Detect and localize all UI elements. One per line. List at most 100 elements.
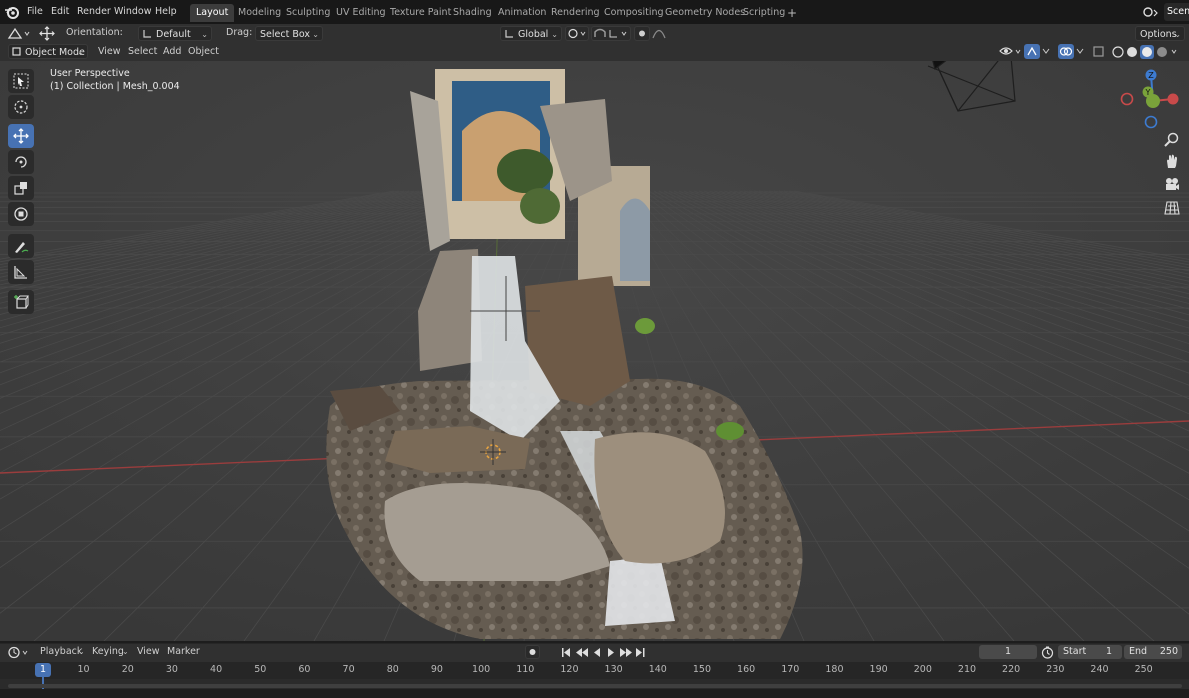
timeline-ruler[interactable]: 1 10 20 30 40 50 60 70 80 90 100 110 120 130 140 150 16… xyxy=(0,662,1189,679)
timeline-scrollbar[interactable] xyxy=(8,684,1182,688)
menu-help[interactable]: Help xyxy=(155,0,177,24)
gizmo-toggle[interactable] xyxy=(1024,44,1040,59)
start-label: Start xyxy=(1063,646,1087,657)
playback-controls[interactable] xyxy=(558,646,650,659)
timeline-tick-label: 130 xyxy=(604,664,623,675)
tool-add-cube[interactable] xyxy=(8,290,34,314)
add-workspace-button[interactable]: + xyxy=(787,4,797,22)
options-dropdown[interactable]: Options ⌄ xyxy=(1135,26,1185,41)
current-frame-field[interactable]: 1 xyxy=(979,645,1037,659)
gizmo-neg-z-axis[interactable] xyxy=(1144,115,1158,129)
snapping-dropdown[interactable] xyxy=(591,26,631,41)
gizmo-x-axis[interactable] xyxy=(1167,93,1179,105)
blender-logo-icon[interactable] xyxy=(4,4,20,20)
menu-edit[interactable]: Edit xyxy=(51,0,69,24)
jump-start-icon xyxy=(562,648,564,657)
tab-scripting[interactable]: Scripting xyxy=(737,4,791,22)
keying-menu[interactable]: Keying xyxy=(92,645,124,659)
gizmo-icon xyxy=(1027,46,1037,56)
menu-render[interactable]: Render xyxy=(77,0,111,24)
pan-hand-icon[interactable] xyxy=(1163,153,1181,171)
tool-scale[interactable] xyxy=(8,176,34,200)
tool-measure[interactable] xyxy=(8,260,34,284)
tab-modeling[interactable]: Modeling xyxy=(232,4,287,22)
tool-select-box[interactable] xyxy=(8,69,34,93)
marker-menu[interactable]: Marker xyxy=(167,645,200,659)
transform-orientation-dropdown[interactable]: Global ⌄ xyxy=(500,26,562,41)
gizmo-neg-y-axis[interactable] xyxy=(1146,94,1160,108)
timeline-tick-label: 120 xyxy=(560,664,579,675)
stopwatch-icon[interactable] xyxy=(1041,646,1054,659)
tool-annotate[interactable] xyxy=(8,234,34,258)
chevron-down-icon: ⌄ xyxy=(122,647,129,656)
timeline-view-menu[interactable]: View xyxy=(137,645,160,659)
tool-move[interactable] xyxy=(8,124,34,148)
start-frame-field[interactable]: Start 1 xyxy=(1058,645,1122,659)
tool-transform[interactable] xyxy=(8,202,34,226)
select-menu[interactable]: Select xyxy=(128,43,157,61)
proportional-edit-icon xyxy=(639,30,645,37)
snap-icon xyxy=(594,28,627,38)
tab-uv-editing[interactable]: UV Editing xyxy=(330,4,392,22)
chevron-down-icon: ⌄ xyxy=(1174,30,1181,39)
editor-type-icon[interactable] xyxy=(7,27,31,40)
tab-rendering[interactable]: Rendering xyxy=(545,4,606,22)
timeline-tick-label: 150 xyxy=(692,664,712,675)
navigation-gizmo[interactable]: Z Y xyxy=(1118,67,1184,131)
gizmo-neg-x-axis[interactable] xyxy=(1120,92,1134,106)
scene-selector[interactable]: Scen xyxy=(1142,3,1189,21)
timeline-tick-label: 180 xyxy=(825,664,844,675)
object-menu[interactable]: Object xyxy=(188,43,219,61)
cursor-tool-icon xyxy=(14,100,28,114)
chevron-down-icon[interactable] xyxy=(1041,46,1051,56)
measure-icon xyxy=(14,266,27,279)
transform-icon xyxy=(14,207,28,221)
annotate-icon xyxy=(15,242,29,253)
proportional-edit-toggle[interactable] xyxy=(634,26,650,41)
chevron-down-icon[interactable] xyxy=(1075,46,1085,56)
xray-icon[interactable] xyxy=(1092,45,1106,58)
drag-label: Drag: xyxy=(226,27,253,38)
drag-dropdown[interactable]: Select Box ⌄ xyxy=(255,26,323,41)
top-menu-bar: File Edit Render Window Help Layout Mode… xyxy=(0,0,1189,24)
scene-name[interactable]: Scen xyxy=(1164,3,1189,21)
timeline-tick-label: 160 xyxy=(737,664,756,675)
next-keyframe-icon xyxy=(620,648,632,657)
timeline-tick-label: 210 xyxy=(957,664,977,675)
prev-keyframe-icon xyxy=(576,648,588,657)
camera-view-icon[interactable] xyxy=(1163,176,1181,194)
3d-viewport[interactable]: User Perspective (1) Collection | Mesh_0… xyxy=(0,61,1189,641)
visibility-icon[interactable] xyxy=(998,44,1022,59)
falloff-curve-icon[interactable] xyxy=(652,27,666,39)
pivot-point-dropdown[interactable] xyxy=(565,26,589,41)
zoom-icon[interactable] xyxy=(1163,131,1181,149)
orientation-dropdown[interactable]: Default ⌄ xyxy=(138,26,212,41)
view-menu[interactable]: View xyxy=(98,43,121,61)
mode-dropdown[interactable]: Object Mode ⌄ xyxy=(8,44,88,59)
scene-icon xyxy=(1143,7,1158,17)
end-frame-field[interactable]: End 250 xyxy=(1124,645,1182,659)
menu-window[interactable]: Window xyxy=(114,0,151,24)
tab-shading[interactable]: Shading xyxy=(447,4,498,22)
collection-label: (1) Collection | Mesh_0.004 xyxy=(50,81,180,92)
menu-file[interactable]: File xyxy=(27,0,43,24)
tool-rotate[interactable] xyxy=(8,150,34,174)
status-bar xyxy=(0,689,1189,698)
record-icon xyxy=(529,649,536,655)
timeline-tick-label: 100 xyxy=(472,664,491,675)
overlays-toggle[interactable] xyxy=(1058,44,1074,59)
move-tool-header-icon[interactable] xyxy=(37,26,57,41)
tab-layout[interactable]: Layout xyxy=(190,4,235,22)
add-menu[interactable]: Add xyxy=(163,43,181,61)
tab-animation[interactable]: Animation xyxy=(492,4,552,22)
shading-mode-group[interactable] xyxy=(1110,44,1180,60)
tool-cursor[interactable] xyxy=(8,95,34,119)
playback-menu[interactable]: Playback xyxy=(40,645,82,659)
timeline-editor-icon[interactable] xyxy=(8,646,30,659)
timeline-tick-label: 250 xyxy=(1134,664,1153,675)
record-toggle[interactable] xyxy=(525,645,540,659)
timeline-tick-label: 40 xyxy=(210,664,223,675)
playhead-frame[interactable]: 1 xyxy=(35,663,51,677)
tab-sculpting[interactable]: Sculpting xyxy=(280,4,336,22)
orthographic-grid-icon[interactable] xyxy=(1163,199,1181,217)
